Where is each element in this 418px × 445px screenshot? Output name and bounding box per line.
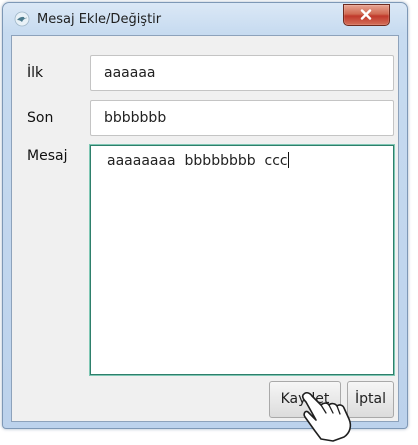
mesaj-label: Mesaj [27, 148, 68, 164]
bird-icon [14, 11, 30, 27]
close-button[interactable] [343, 4, 390, 26]
son-input[interactable]: bbbbbbb [90, 100, 394, 136]
son-label: Son [27, 110, 54, 126]
dialog-window: Mesaj Ekle/Değiştir İlk aaaaaa Son bbbbb… [2, 2, 408, 429]
dialog-content: İlk aaaaaa Son bbbbbbb Mesaj aaaaaaaa bb… [11, 35, 399, 422]
mesaj-text: aaaaaaaa bbbbbbbb ccc [107, 153, 288, 169]
hand-pointer-icon [301, 391, 352, 442]
text-caret [287, 152, 289, 168]
mesaj-textarea[interactable]: aaaaaaaa bbbbbbbb ccc [90, 145, 394, 375]
ilk-input[interactable]: aaaaaa [90, 55, 394, 91]
title-bar[interactable]: Mesaj Ekle/Değiştir [3, 3, 407, 35]
window-title: Mesaj Ekle/Değiştir [37, 12, 162, 27]
close-icon [360, 9, 372, 20]
ilk-label: İlk [27, 65, 44, 81]
